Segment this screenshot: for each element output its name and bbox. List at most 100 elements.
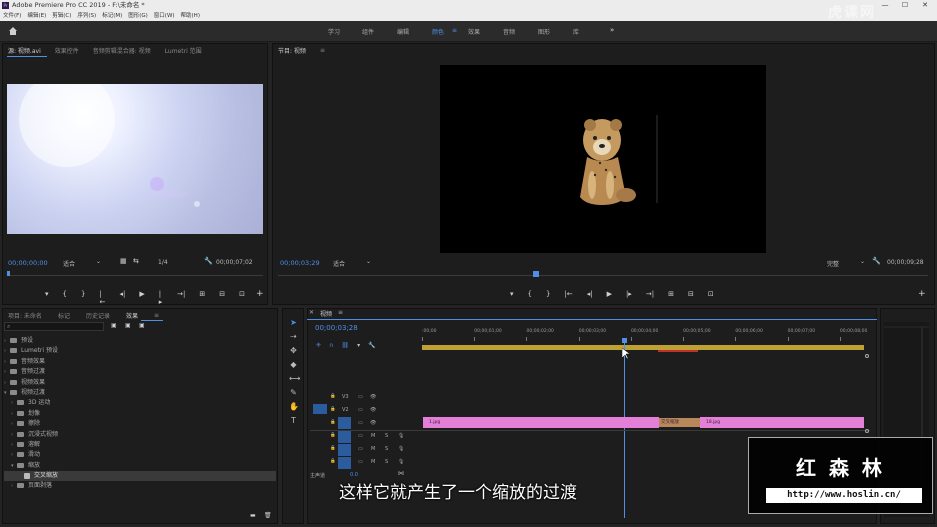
effects-tree-item[interactable]: › 滑动 xyxy=(4,450,276,460)
program-scrubber[interactable] xyxy=(278,275,928,276)
workspace-graphics[interactable]: 图形 xyxy=(538,27,550,36)
linked-selection-icon[interactable]: ⛓ xyxy=(341,342,349,349)
nest-toggle-icon[interactable]: ⁜ xyxy=(316,342,321,349)
effects-tree-item[interactable]: › 预设 xyxy=(4,336,276,346)
effects-search-input[interactable]: ⌕ xyxy=(4,322,104,331)
home-icon[interactable] xyxy=(8,26,18,36)
effects-tree-item[interactable]: › 划像 xyxy=(4,409,276,419)
play-icon[interactable]: ▶ xyxy=(607,290,612,298)
chevron-down-icon[interactable]: ⌄ xyxy=(366,258,371,265)
work-area-bar[interactable] xyxy=(422,345,864,350)
trim-icon[interactable]: ⇆ xyxy=(133,257,139,265)
program-playhead[interactable] xyxy=(533,271,539,277)
workspace-effects[interactable]: 效果 xyxy=(468,27,480,36)
add-button-icon[interactable]: + xyxy=(256,289,264,299)
mark-in-icon[interactable]: { xyxy=(528,290,532,298)
sync-lock-icon[interactable]: ▭ xyxy=(358,404,363,416)
microphone-icon[interactable]: 🎙 xyxy=(398,430,404,442)
workspace-libraries[interactable]: 库 xyxy=(573,27,579,36)
ripple-edit-tool-icon[interactable]: ✥ xyxy=(289,346,298,355)
track-select-tool-icon[interactable]: ⇢ xyxy=(289,332,298,341)
wrench-icon[interactable]: 🔧 xyxy=(204,257,213,265)
eye-icon[interactable]: 👁 xyxy=(370,404,376,416)
effects-tree-item[interactable]: › 音频效果 xyxy=(4,357,276,367)
zoom-handle-bottom[interactable] xyxy=(865,429,869,433)
menu-graphics[interactable]: 图形(G) xyxy=(128,11,148,21)
effects-tree-item[interactable]: 交叉缩放 xyxy=(4,471,276,482)
maximize-button[interactable]: ☐ xyxy=(897,0,913,11)
sync-lock-icon[interactable]: ▭ xyxy=(358,430,363,442)
menu-window[interactable]: 窗口(W) xyxy=(154,11,175,21)
effects-tree-item[interactable]: › 页面剥落 xyxy=(4,481,276,491)
sync-lock-icon[interactable]: ▭ xyxy=(358,391,363,403)
workspace-color-menu-icon[interactable]: ≡ xyxy=(452,27,457,34)
slip-tool-icon[interactable]: ⟷ xyxy=(289,374,300,383)
hand-tool-icon[interactable]: ✋ xyxy=(289,402,299,411)
effects-tree-item[interactable]: › 沉浸式视频 xyxy=(4,430,276,440)
marker-icon[interactable]: ▾ xyxy=(45,290,49,306)
snap-icon[interactable]: ∩ xyxy=(329,342,333,349)
tab-project[interactable]: 项目: 未命名 xyxy=(8,311,42,320)
track-target-a2[interactable] xyxy=(338,444,351,456)
program-quality-dropdown[interactable]: 完整 xyxy=(827,259,839,268)
workspace-editing[interactable]: 编辑 xyxy=(397,27,409,36)
play-icon[interactable]: ▶ xyxy=(139,290,144,306)
sync-lock-icon[interactable]: ▭ xyxy=(358,443,363,455)
mute-button[interactable]: M xyxy=(371,430,375,442)
tab-history[interactable]: 历史记录 xyxy=(86,311,110,320)
effects-tree-item[interactable]: › 视频效果 xyxy=(4,378,276,388)
effects-tree-item[interactable]: › 音频过渡 xyxy=(4,367,276,377)
source-patch-v1[interactable] xyxy=(313,404,327,414)
menu-sequence[interactable]: 序列(S) xyxy=(77,11,96,21)
selection-tool-icon[interactable]: ➤ xyxy=(289,318,298,327)
type-tool-icon[interactable]: T xyxy=(289,416,298,425)
track-target-v1[interactable] xyxy=(338,417,351,429)
overwrite-icon[interactable]: ⊟ xyxy=(219,290,225,306)
solo-button[interactable]: S xyxy=(385,430,388,442)
step-forward-icon[interactable]: |▸ xyxy=(626,290,632,298)
tab-markers[interactable]: 标记 xyxy=(58,311,70,320)
menu-help[interactable]: 帮助(H) xyxy=(181,11,200,21)
menu-marker[interactable]: 标记(M) xyxy=(102,11,122,21)
effects-tree-item[interactable]: ▾ 视频过渡 xyxy=(4,388,276,398)
workspace-learn[interactable]: 学习 xyxy=(328,27,340,36)
effects-tree-item[interactable]: › Lumetri 预设 xyxy=(4,346,276,356)
timeline-settings-icon[interactable]: 🔧 xyxy=(368,342,375,349)
step-back-icon[interactable]: ◂| xyxy=(587,290,593,298)
solo-button[interactable]: S xyxy=(385,456,388,468)
microphone-icon[interactable]: 🎙 xyxy=(398,443,404,455)
minimize-button[interactable]: — xyxy=(877,0,893,11)
export-frame-icon[interactable]: ⊡ xyxy=(239,290,245,306)
zoom-handle-top[interactable] xyxy=(865,354,869,358)
mark-out-icon[interactable]: } xyxy=(546,290,550,298)
track-target-a3[interactable] xyxy=(338,457,351,469)
delete-icon[interactable]: 🗑 xyxy=(264,512,272,519)
lock-icon[interactable]: 🔒 xyxy=(330,391,336,403)
accelerated-effects-icon[interactable]: ▣ xyxy=(111,322,117,329)
eye-icon[interactable]: 👁 xyxy=(370,417,376,429)
lock-icon[interactable]: 🔒 xyxy=(330,404,336,416)
effects-tree-item[interactable]: ▾ 缩放 xyxy=(4,461,276,471)
tab-timeline[interactable]: 视频 xyxy=(320,309,332,318)
menu-clip[interactable]: 剪辑(C) xyxy=(52,11,71,21)
lift-icon[interactable]: ⊞ xyxy=(668,290,674,298)
marker-icon[interactable]: ▾ xyxy=(510,290,514,298)
transition-cross-zoom[interactable]: 交叉缩放 xyxy=(659,418,700,427)
chevron-down-icon[interactable]: ⌄ xyxy=(860,258,865,265)
lock-icon[interactable]: 🔒 xyxy=(330,456,336,468)
master-goto-icon[interactable]: ⋈ xyxy=(398,470,404,477)
go-to-in-icon[interactable]: |← xyxy=(99,290,105,306)
new-bin-icon[interactable]: ▬ xyxy=(250,512,256,519)
lock-icon[interactable]: 🔒 xyxy=(330,430,336,442)
extract-icon[interactable]: ⊟ xyxy=(688,290,694,298)
mute-button[interactable]: M xyxy=(371,443,375,455)
source-playhead[interactable] xyxy=(7,271,10,276)
tab-program[interactable]: 节目: 视频 xyxy=(278,46,306,55)
go-to-out-icon[interactable]: →| xyxy=(646,290,654,298)
menu-file[interactable]: 文件(F) xyxy=(3,11,21,21)
step-forward-icon[interactable]: |▸ xyxy=(159,290,163,306)
wrench-icon[interactable]: 🔧 xyxy=(872,257,881,265)
menu-edit[interactable]: 编辑(E) xyxy=(27,11,46,21)
effects-tree-item[interactable]: › 溶解 xyxy=(4,440,276,450)
workspace-audio[interactable]: 音频 xyxy=(503,27,515,36)
